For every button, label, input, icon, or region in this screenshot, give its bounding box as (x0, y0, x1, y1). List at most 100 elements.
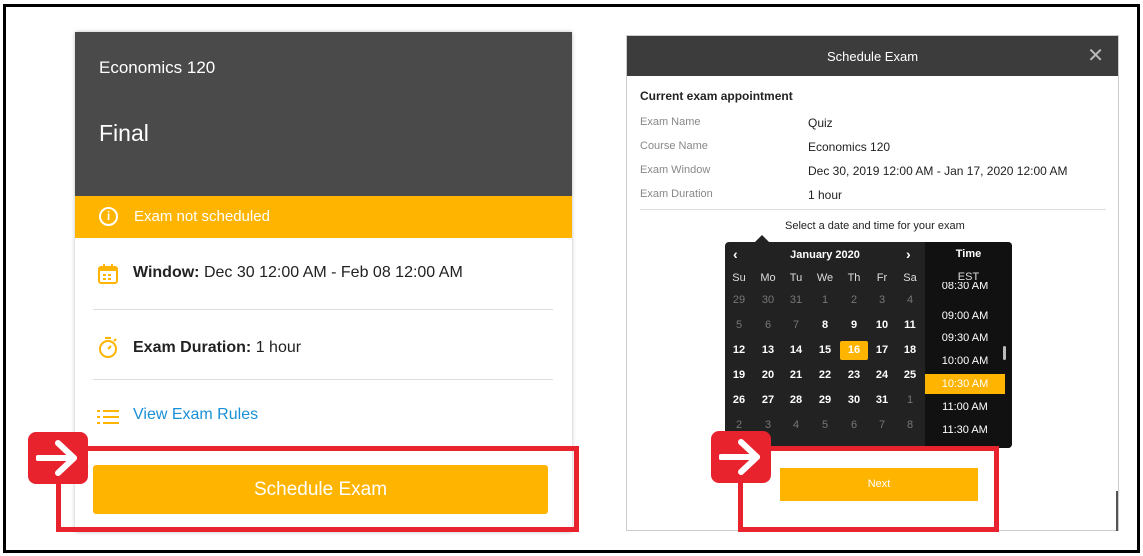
calendar-day[interactable]: 27 (754, 391, 782, 410)
calendar-day[interactable]: 15 (811, 341, 839, 360)
window-label: Window: (133, 264, 200, 281)
exam-name-value: Quiz (808, 116, 833, 130)
exam-card-header: Economics 120 Final (75, 32, 572, 196)
info-icon: i (99, 207, 118, 226)
exam-name-label: Exam Name (640, 116, 701, 128)
calendar-day[interactable]: 13 (754, 341, 782, 360)
divider (93, 379, 553, 380)
weekday-label: Sa (903, 272, 917, 284)
exam-title: Final (99, 120, 149, 146)
calendar-day: 5 (735, 319, 743, 331)
calendar-day: 31 (789, 294, 803, 306)
highlight-box-schedule (56, 446, 579, 532)
time-option[interactable]: 09:30 AM (925, 328, 1005, 348)
status-banner: i Exam not scheduled (75, 196, 572, 238)
calendar-day: 29 (732, 294, 746, 306)
calendar-day[interactable]: 17 (868, 341, 896, 360)
exam-window-label: Exam Window (640, 164, 711, 176)
calendar-day: 7 (878, 419, 886, 431)
weekday-label: Fr (876, 272, 888, 284)
calendar-day[interactable]: 10 (868, 316, 896, 335)
calendar-day[interactable]: 14 (782, 341, 810, 360)
calendar-day[interactable]: 22 (811, 366, 839, 385)
calendar-day[interactable]: 21 (782, 366, 810, 385)
calendar-icon (98, 264, 118, 284)
time-option[interactable]: 09:00 AM (925, 306, 1005, 326)
course-name-value: Economics 120 (808, 140, 891, 154)
window-text: Window: Dec 30 12:00 AM - Feb 08 12:00 A… (133, 264, 463, 282)
weekday-label: Th (847, 272, 861, 284)
calendar-day[interactable]: 24 (868, 366, 896, 385)
appointment-heading: Current exam appointment (640, 89, 793, 103)
calendar-day[interactable]: 9 (840, 316, 868, 335)
calendar-day[interactable]: 23 (840, 366, 868, 385)
calendar-day[interactable]: 12 (725, 341, 753, 360)
calendar-day: 4 (906, 294, 914, 306)
calendar-day[interactable]: 16 (840, 341, 868, 360)
dialog-edge (1116, 491, 1118, 531)
arrow-badge-left (28, 432, 88, 484)
duration-value: 1 hour (251, 339, 302, 356)
calendar-day[interactable]: 28 (782, 391, 810, 410)
time-column: Time EST 08:30 AM 09:00 AM 09:30 AM 10:00 A… (925, 242, 1012, 448)
course-title: Economics 120 (99, 58, 216, 77)
calendar-day[interactable]: 29 (811, 391, 839, 410)
calendar-day[interactable]: 31 (868, 391, 896, 410)
calendar-day: 6 (850, 419, 858, 431)
weekday-label: Mo (760, 272, 776, 284)
select-prompt: Select a date and time for your exam (785, 220, 965, 232)
arrow-badge-right (711, 431, 771, 483)
calendar-day: 7 (792, 319, 800, 331)
course-name-label: Course Name (640, 140, 708, 152)
duration-label: Exam Duration: (133, 339, 252, 356)
calendar-day[interactable]: 18 (896, 341, 924, 360)
calendar-day: 3 (878, 294, 886, 306)
calendar-day: 4 (792, 419, 800, 431)
weekday-label: Tu (789, 272, 803, 284)
weekday-label: We (816, 272, 834, 284)
close-icon[interactable]: ✕ (1087, 43, 1104, 68)
picker-caret (755, 235, 769, 242)
date-time-picker: ‹ January 2020 › Su Mo Tu We Th Fr Sa 29 30 31 1 2 3… (725, 242, 1012, 448)
calendar-day: 5 (821, 419, 829, 431)
calendar-day[interactable]: 8 (811, 316, 839, 335)
exam-duration-label: Exam Duration (640, 188, 713, 200)
arrow-right-icon (36, 440, 77, 476)
dialog-title: Schedule Exam (826, 49, 919, 64)
exam-window-value: Dec 30, 2019 12:00 AM - Jan 17, 2020 12:… (808, 164, 1068, 178)
duration-text: Exam Duration: 1 hour (133, 339, 301, 357)
calendar-day: 30 (761, 294, 775, 306)
list-icon (97, 410, 119, 424)
divider (640, 209, 1106, 210)
view-exam-rules-link[interactable]: View Exam Rules (133, 406, 258, 424)
calendar-day[interactable]: 11 (896, 316, 924, 335)
dialog-header: Schedule Exam ✕ (627, 36, 1118, 76)
calendar: ‹ January 2020 › Su Mo Tu We Th Fr Sa 29 30 31 1 2 3… (725, 242, 925, 448)
time-scrollbar[interactable] (1003, 346, 1006, 360)
arrow-right-icon (719, 439, 760, 475)
calendar-day: 8 (906, 419, 914, 431)
highlight-box-next (738, 446, 999, 532)
time-option[interactable]: 10:30 AM (925, 374, 1005, 394)
window-value: Dec 30 12:00 AM - Feb 08 12:00 AM (199, 264, 463, 281)
calendar-day: 6 (764, 319, 772, 331)
stopwatch-icon (99, 337, 117, 358)
calendar-day[interactable]: 20 (754, 366, 782, 385)
status-text: Exam not scheduled (134, 208, 270, 225)
calendar-day: 2 (850, 294, 858, 306)
divider (93, 309, 553, 310)
time-option[interactable]: 08:30 AM (925, 282, 1005, 296)
weekday-label: Su (732, 272, 746, 284)
time-heading: Time (955, 248, 982, 260)
calendar-day[interactable]: 19 (725, 366, 753, 385)
chevron-right-icon[interactable]: › (906, 246, 911, 262)
calendar-day[interactable]: 30 (840, 391, 868, 410)
calendar-day: 1 (821, 294, 829, 306)
calendar-day[interactable]: 26 (725, 391, 753, 410)
calendar-day: 1 (906, 394, 914, 406)
time-option[interactable]: 11:30 AM (925, 420, 1005, 440)
calendar-month: January 2020 (790, 249, 860, 261)
time-option[interactable]: 10:00 AM (925, 351, 1005, 371)
calendar-day[interactable]: 25 (896, 366, 924, 385)
time-option[interactable]: 11:00 AM (925, 397, 1005, 417)
